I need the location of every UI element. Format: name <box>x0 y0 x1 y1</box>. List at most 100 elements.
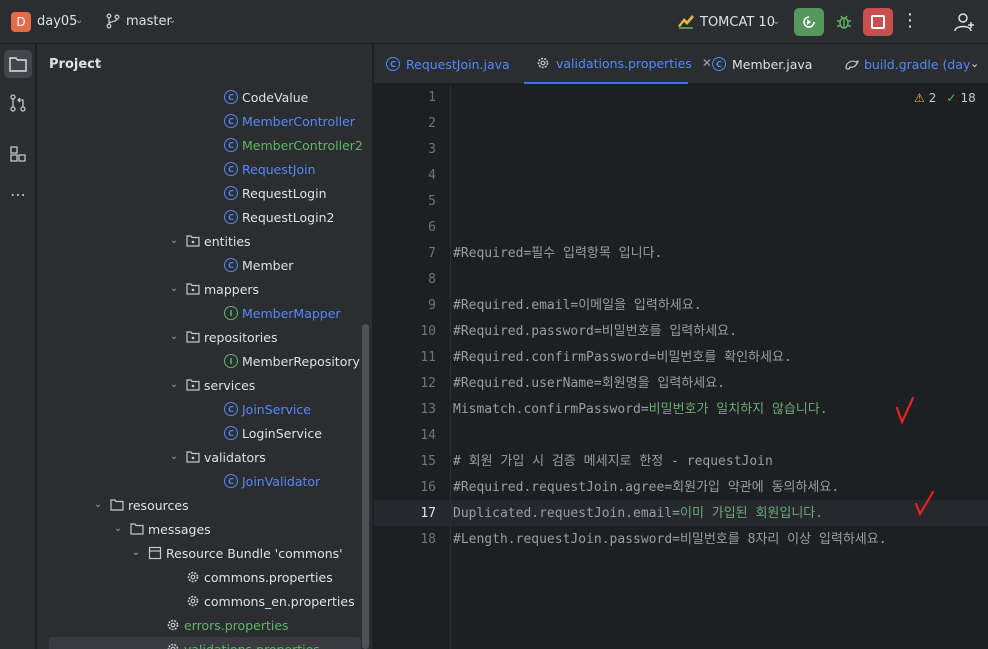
tree-item[interactable]: I MemberRepository <box>37 349 372 373</box>
class-icon: C <box>224 210 238 224</box>
more-tools-button[interactable]: ⋯ <box>4 180 32 208</box>
property-text: # 회원 가입 시 검증 메세지로 한정 - requestJoin <box>453 454 773 469</box>
branch-name[interactable]: master <box>126 14 172 29</box>
tree-item[interactable]: commons_en.properties <box>37 589 372 613</box>
gear-icon <box>166 642 180 649</box>
tree-item[interactable]: commons.properties <box>37 565 372 589</box>
scrollbar[interactable] <box>362 324 369 649</box>
tree-item-label: mappers <box>204 281 260 297</box>
tree-item[interactable]: I MemberMapper <box>37 301 372 325</box>
tree-item-label: commons.properties <box>204 569 333 585</box>
chevron-down-icon[interactable]: ⌄ <box>168 451 180 463</box>
class-icon: C <box>224 162 238 176</box>
code-line[interactable]: #Required.confirmPassword=비밀번호를 확인하세요. <box>453 345 792 371</box>
chevron-down-icon[interactable]: ⌄ <box>75 15 83 26</box>
panel-title[interactable]: Project <box>49 57 101 72</box>
editor-tab[interactable]: build.gradle (day <box>844 44 970 84</box>
chevron-down-icon[interactable]: ⌄ <box>92 499 104 511</box>
inspection-widget[interactable]: ⚠ 2 ✓ 18 ⌃ <box>914 91 988 105</box>
tree-item-label: messages <box>148 521 211 537</box>
tree-item-label: MemberRepository <box>242 353 360 369</box>
run-configuration[interactable]: TOMCAT 10 <box>700 15 775 30</box>
stop-icon <box>871 15 885 29</box>
tree-item[interactable]: C RequestJoin <box>37 157 372 181</box>
tree-item[interactable]: ⌄ services <box>37 373 372 397</box>
tree-item[interactable]: ⌄ resources <box>37 493 372 517</box>
tree-item[interactable]: validations.properties <box>49 637 361 649</box>
close-icon[interactable]: ✕ <box>702 56 712 70</box>
tree-item[interactable]: ⌄ Resource Bundle 'commons' <box>37 541 372 565</box>
property-value: 비밀번호가 일치하지 않습니다. <box>648 402 828 417</box>
tree-item[interactable]: C MemberController <box>37 109 372 133</box>
tree-item[interactable]: C MemberController2 <box>37 133 372 157</box>
debug-button[interactable] <box>830 8 858 36</box>
chevron-down-icon[interactable]: ⌄ <box>168 283 180 295</box>
structure-tool-button[interactable] <box>4 140 32 168</box>
code-line[interactable]: #Required.requestJoin.agree=회원가입 약관에 동의하… <box>453 475 839 501</box>
chevron-down-icon[interactable]: ⌄ <box>130 547 142 559</box>
tree-item-label: MemberController2 <box>242 137 363 153</box>
chevron-down-icon[interactable]: ⌄ <box>168 379 180 391</box>
line-number: 11 <box>420 350 436 365</box>
class-icon: C <box>712 57 726 71</box>
code-line[interactable]: #Required=필수 입력항목 입니다. <box>453 241 662 267</box>
editor: C RequestJoin.java validations.properties ✕… <box>374 44 988 649</box>
tree-item[interactable]: C CodeValue <box>37 85 372 109</box>
code-line[interactable]: # 회원 가입 시 검증 메세지로 한정 - requestJoin <box>453 449 773 475</box>
tree-item[interactable]: ⌄ validators <box>37 445 372 469</box>
tree-item[interactable]: C LoginService <box>37 421 372 445</box>
tree-item[interactable]: errors.properties <box>37 613 372 637</box>
rerun-button[interactable] <box>794 8 824 36</box>
code-line[interactable]: Mismatch.confirmPassword=비밀번호가 일치하지 않습니다… <box>453 397 828 423</box>
package-icon <box>186 378 200 392</box>
tree-item[interactable]: C JoinValidator <box>37 469 372 493</box>
tree-item[interactable]: C Member <box>37 253 372 277</box>
tree-item-label: CodeValue <box>242 89 309 105</box>
tomcat-icon[interactable] <box>676 12 696 30</box>
code-line[interactable]: #Required.userName=회원명을 입력하세요. <box>453 371 725 397</box>
code-line[interactable]: #Required.password=비밀번호를 입력하세요. <box>453 319 737 345</box>
line-gutter: 1 2 3 4 5 6 7 8 9 10 11 12 13 14 15 16 17 18 <box>374 85 450 649</box>
tree-item[interactable]: ⌄ entities <box>37 229 372 253</box>
code-area[interactable]: #Required=필수 입력항목 입니다. #Required.email=이메… <box>450 85 988 649</box>
class-icon: C <box>224 90 238 104</box>
tree-item[interactable]: ⌄ repositories <box>37 325 372 349</box>
chevron-down-icon[interactable]: ⌄ <box>772 16 780 27</box>
editor-tab[interactable]: C RequestJoin.java <box>386 44 510 84</box>
chevron-down-icon[interactable]: ⌄ <box>168 15 176 26</box>
stop-button[interactable] <box>863 8 893 36</box>
tree-item[interactable]: C RequestLogin <box>37 181 372 205</box>
git-branch-icon[interactable] <box>105 13 121 29</box>
code-line[interactable]: #Required.email=이메일을 입력하세요. <box>453 293 702 319</box>
chevron-down-icon[interactable]: ⌄ <box>970 57 979 70</box>
project-badge[interactable]: D <box>11 12 31 32</box>
tree-item[interactable]: C RequestLogin2 <box>37 205 372 229</box>
project-name[interactable]: day05 <box>37 14 77 29</box>
line-number: 14 <box>420 428 436 443</box>
folder-icon <box>9 57 27 72</box>
pull-request-icon <box>10 94 26 112</box>
interface-icon: I <box>224 354 238 368</box>
code-line[interactable]: #Length.requestJoin.password=비밀번호를 8자리 이… <box>453 527 887 553</box>
add-user-icon[interactable] <box>952 10 976 34</box>
more-vertical-icon[interactable]: ⋮ <box>900 10 920 34</box>
line-number: 1 <box>428 90 436 105</box>
editor-tab[interactable]: C Member.java <box>712 44 812 84</box>
chevron-down-icon[interactable]: ⌄ <box>112 523 124 535</box>
gear-icon <box>186 594 200 608</box>
chevron-down-icon[interactable]: ⌄ <box>168 331 180 343</box>
tree-item[interactable]: ⌄ mappers <box>37 277 372 301</box>
commit-tool-button[interactable] <box>4 89 32 117</box>
tool-window-bar: ⋯ <box>0 44 36 649</box>
tree-item[interactable]: ⌄ messages <box>37 517 372 541</box>
chevron-down-icon[interactable]: ⌄ <box>95 59 103 70</box>
project-tool-button[interactable] <box>4 50 32 78</box>
tab-label: RequestJoin.java <box>406 56 510 72</box>
property-text: #Required.email=이메일을 입력하세요. <box>453 298 702 313</box>
editor-tab[interactable]: validations.properties ✕ <box>524 44 712 84</box>
code-line[interactable]: Duplicated.requestJoin.email=이미 가입된 회원입니… <box>453 501 823 527</box>
tree-item[interactable]: C JoinService <box>37 397 372 421</box>
tab-label: Member.java <box>732 56 813 72</box>
package-icon <box>186 330 200 344</box>
chevron-down-icon[interactable]: ⌄ <box>168 235 180 247</box>
